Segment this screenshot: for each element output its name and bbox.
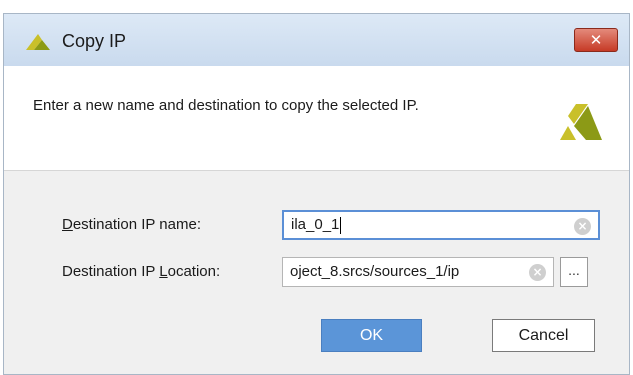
input-value: oject_8.srcs/sources_1/ip — [290, 263, 460, 280]
close-button[interactable]: ✕ — [574, 28, 618, 52]
destination-location-input[interactable]: oject_8.srcs/sources_1/ip × — [282, 257, 554, 287]
clear-icon[interactable]: × — [574, 218, 591, 235]
destination-name-input[interactable]: ila_0_1 × — [282, 210, 600, 240]
cancel-button[interactable]: Cancel — [492, 319, 595, 352]
mnemonic-letter: L — [159, 263, 168, 280]
window-title: Copy IP — [62, 31, 127, 51]
input-value: ila_0_1 — [291, 216, 340, 233]
destination-location-label: Destination IP Location: — [62, 263, 220, 280]
title-bar[interactable]: Copy IP ✕ — [4, 14, 629, 66]
destination-name-label: Destination IP name: — [62, 216, 201, 233]
dialog-header: Enter a new name and destination to copy… — [4, 66, 629, 171]
browse-button[interactable]: ... — [560, 257, 588, 287]
label-text: estination IP name: — [72, 216, 201, 233]
xilinx-logo-icon — [26, 34, 50, 50]
ok-button[interactable]: OK — [321, 319, 422, 352]
copy-ip-dialog: Copy IP ✕ Enter a new name and destinati… — [3, 13, 630, 375]
mnemonic-letter: D — [62, 216, 73, 233]
label-text: ocation: — [167, 263, 221, 280]
text-caret — [340, 216, 342, 234]
header-description: Enter a new name and destination to copy… — [33, 97, 419, 114]
xilinx-logo-icon — [560, 104, 602, 140]
clear-icon[interactable]: × — [529, 264, 546, 281]
label-text: Destination IP — [62, 263, 160, 280]
